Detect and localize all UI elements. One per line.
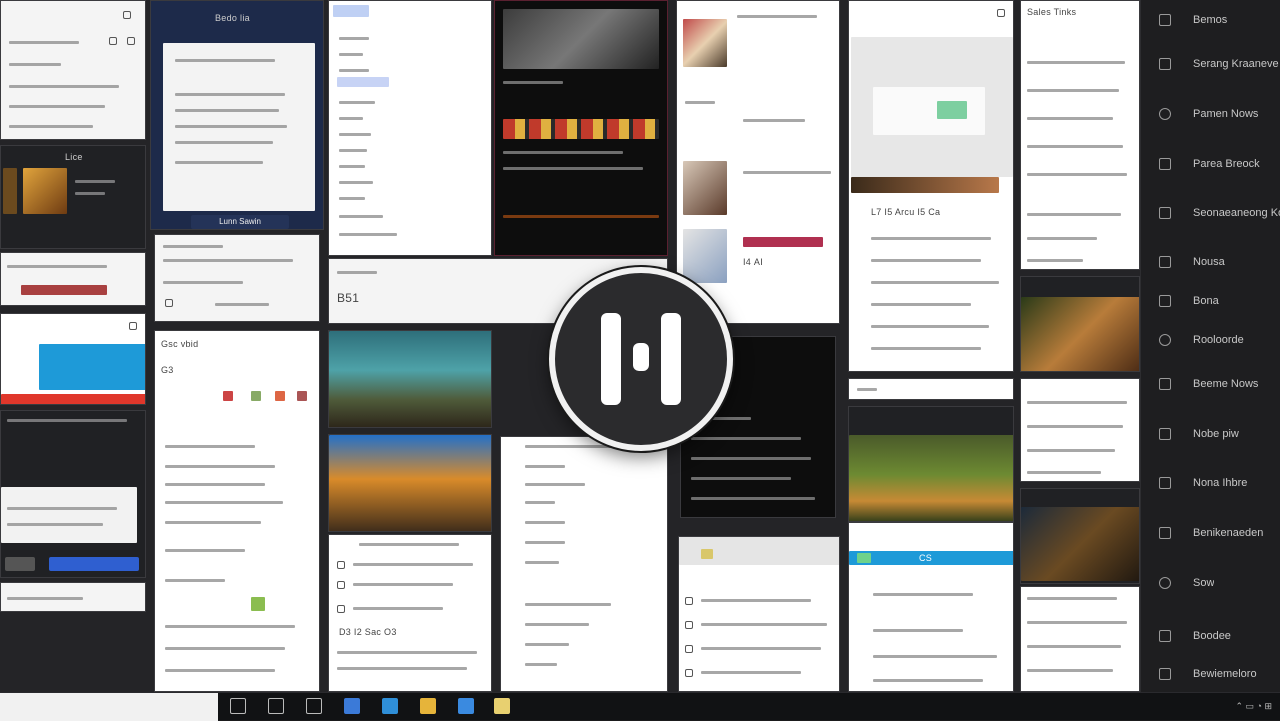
window-icon bbox=[1159, 58, 1171, 70]
mail-window[interactable] bbox=[0, 0, 146, 140]
file-list-window[interactable] bbox=[328, 0, 492, 256]
sidebar-item[interactable]: Sow bbox=[1141, 568, 1280, 598]
landscape-window[interactable] bbox=[328, 330, 492, 428]
sidebar-item[interactable]: Nousa bbox=[1141, 247, 1280, 277]
bullet-icon bbox=[337, 605, 345, 613]
notes-window[interactable] bbox=[1020, 378, 1140, 482]
window-list-panel: Bemos Serang Kraaneve Pamen Nows Parea B… bbox=[1140, 0, 1280, 692]
system-tray[interactable]: ⌃ ▭ ◔ ⊞ bbox=[1235, 701, 1272, 712]
notes-icon[interactable] bbox=[494, 698, 510, 714]
sidebar-item[interactable]: Bewiemeloro bbox=[1141, 659, 1280, 689]
sidebar-item[interactable]: Boodee bbox=[1141, 621, 1280, 651]
sunset-window[interactable] bbox=[328, 434, 492, 532]
chat-tag: CS bbox=[919, 553, 933, 563]
globe-icon bbox=[1159, 108, 1171, 120]
messages-window[interactable]: Sales Tinks bbox=[1020, 0, 1140, 270]
promo-window[interactable] bbox=[0, 313, 146, 405]
grid-icon bbox=[1159, 14, 1171, 26]
sidebar-item[interactable]: Bemos bbox=[1141, 5, 1280, 35]
check-icon[interactable] bbox=[685, 645, 693, 653]
logo-left-bar bbox=[601, 313, 621, 405]
start-icon[interactable] bbox=[230, 698, 246, 714]
status-text: B51 bbox=[337, 291, 360, 305]
gallery-window[interactable] bbox=[1020, 276, 1140, 372]
forum-window[interactable]: Gsc vbid G3 bbox=[154, 330, 320, 692]
tab-strip[interactable] bbox=[848, 378, 1014, 400]
news-window[interactable]: I4 AI bbox=[676, 0, 840, 324]
logo-right-bar bbox=[661, 313, 681, 405]
folder-icon[interactable] bbox=[420, 698, 436, 714]
sidebar-item[interactable]: Beeme Nows bbox=[1141, 369, 1280, 399]
app-logo bbox=[549, 267, 733, 451]
footer-text: D3 I2 Sac O3 bbox=[339, 627, 397, 637]
mail-header: Sales Tinks bbox=[1027, 7, 1077, 17]
price-text: I4 AI bbox=[743, 257, 764, 267]
logo-center-bar bbox=[633, 343, 649, 371]
close-icon[interactable] bbox=[129, 322, 137, 330]
explorer-icon[interactable] bbox=[268, 698, 284, 714]
bullet-icon bbox=[337, 581, 345, 589]
store-icon[interactable] bbox=[458, 698, 474, 714]
user-icon bbox=[127, 37, 135, 45]
window-icon bbox=[1159, 207, 1171, 219]
chat-window[interactable]: CS bbox=[848, 522, 1014, 692]
settings-window[interactable] bbox=[154, 234, 320, 322]
cinema-window[interactable] bbox=[1020, 488, 1140, 584]
apps-icon bbox=[1159, 477, 1171, 489]
nature-window[interactable] bbox=[848, 406, 1014, 522]
mail-icon[interactable] bbox=[344, 698, 360, 714]
window-icon bbox=[1159, 158, 1171, 170]
circle-icon bbox=[1159, 577, 1171, 589]
box-icon bbox=[1159, 295, 1171, 307]
sidebar-item[interactable]: Seonaeaneong Koen bbox=[1141, 198, 1280, 228]
feed-window[interactable]: L7 I5 Arcu I5 Ca bbox=[848, 0, 1014, 372]
bullet-icon bbox=[337, 561, 345, 569]
window-icon bbox=[1159, 668, 1171, 680]
sidebar-item[interactable]: Rooloorde bbox=[1141, 325, 1280, 355]
document-window[interactable]: Bedo lia Lunn Sawin bbox=[150, 0, 324, 230]
sidebar-item[interactable]: Nobe piw bbox=[1141, 419, 1280, 449]
check-icon[interactable] bbox=[685, 597, 693, 605]
browser-icon[interactable] bbox=[382, 698, 398, 714]
menu-window[interactable] bbox=[500, 436, 668, 692]
settings-icon[interactable] bbox=[165, 299, 173, 307]
sidebar-item[interactable]: Parea Breock bbox=[1141, 149, 1280, 179]
window-icon bbox=[1159, 527, 1171, 539]
video-window[interactable] bbox=[494, 0, 668, 256]
tasks-icon[interactable] bbox=[306, 698, 322, 714]
sidebar-item[interactable]: Benikenaeden bbox=[1141, 518, 1280, 548]
article-window[interactable]: D3 I2 Sac O3 bbox=[328, 534, 492, 692]
close-icon[interactable] bbox=[997, 9, 1005, 17]
user-icon bbox=[109, 37, 117, 45]
check-icon[interactable] bbox=[685, 621, 693, 629]
list-window[interactable] bbox=[678, 536, 840, 692]
check-icon[interactable] bbox=[685, 669, 693, 677]
feed-heading: L7 I5 Arcu I5 Ca bbox=[871, 207, 941, 217]
box-icon bbox=[1159, 630, 1171, 642]
banner-window[interactable] bbox=[0, 252, 146, 306]
forum-count: G3 bbox=[161, 365, 174, 375]
todo-window[interactable] bbox=[1020, 586, 1140, 692]
media-window[interactable]: Lice bbox=[0, 145, 146, 249]
document-action-button[interactable]: Lunn Sawin bbox=[191, 215, 289, 229]
window-icon bbox=[1159, 428, 1171, 440]
forum-title: Gsc vbid bbox=[161, 339, 199, 349]
film-icon bbox=[1159, 256, 1171, 268]
taskbar: ⌃ ▭ ◔ ⊞ bbox=[0, 692, 1280, 721]
toolbar-window[interactable] bbox=[0, 582, 146, 612]
document-title: Bedo lia bbox=[215, 13, 250, 23]
window-caption: Lice bbox=[65, 152, 83, 162]
globe-icon bbox=[1159, 334, 1171, 346]
sidebar-item[interactable]: Serang Kraaneve bbox=[1141, 49, 1280, 79]
sidebar-item[interactable]: Pamen Nows bbox=[1141, 99, 1280, 129]
layers-icon bbox=[1159, 378, 1171, 390]
confirm-button[interactable] bbox=[49, 557, 139, 571]
dialog-window[interactable] bbox=[0, 410, 146, 578]
search-input[interactable] bbox=[0, 693, 218, 721]
close-icon[interactable] bbox=[123, 11, 131, 19]
sidebar-item[interactable]: Nona Ihbre bbox=[1141, 468, 1280, 498]
sidebar-item[interactable]: Bona bbox=[1141, 286, 1280, 316]
cancel-button[interactable] bbox=[5, 557, 35, 571]
